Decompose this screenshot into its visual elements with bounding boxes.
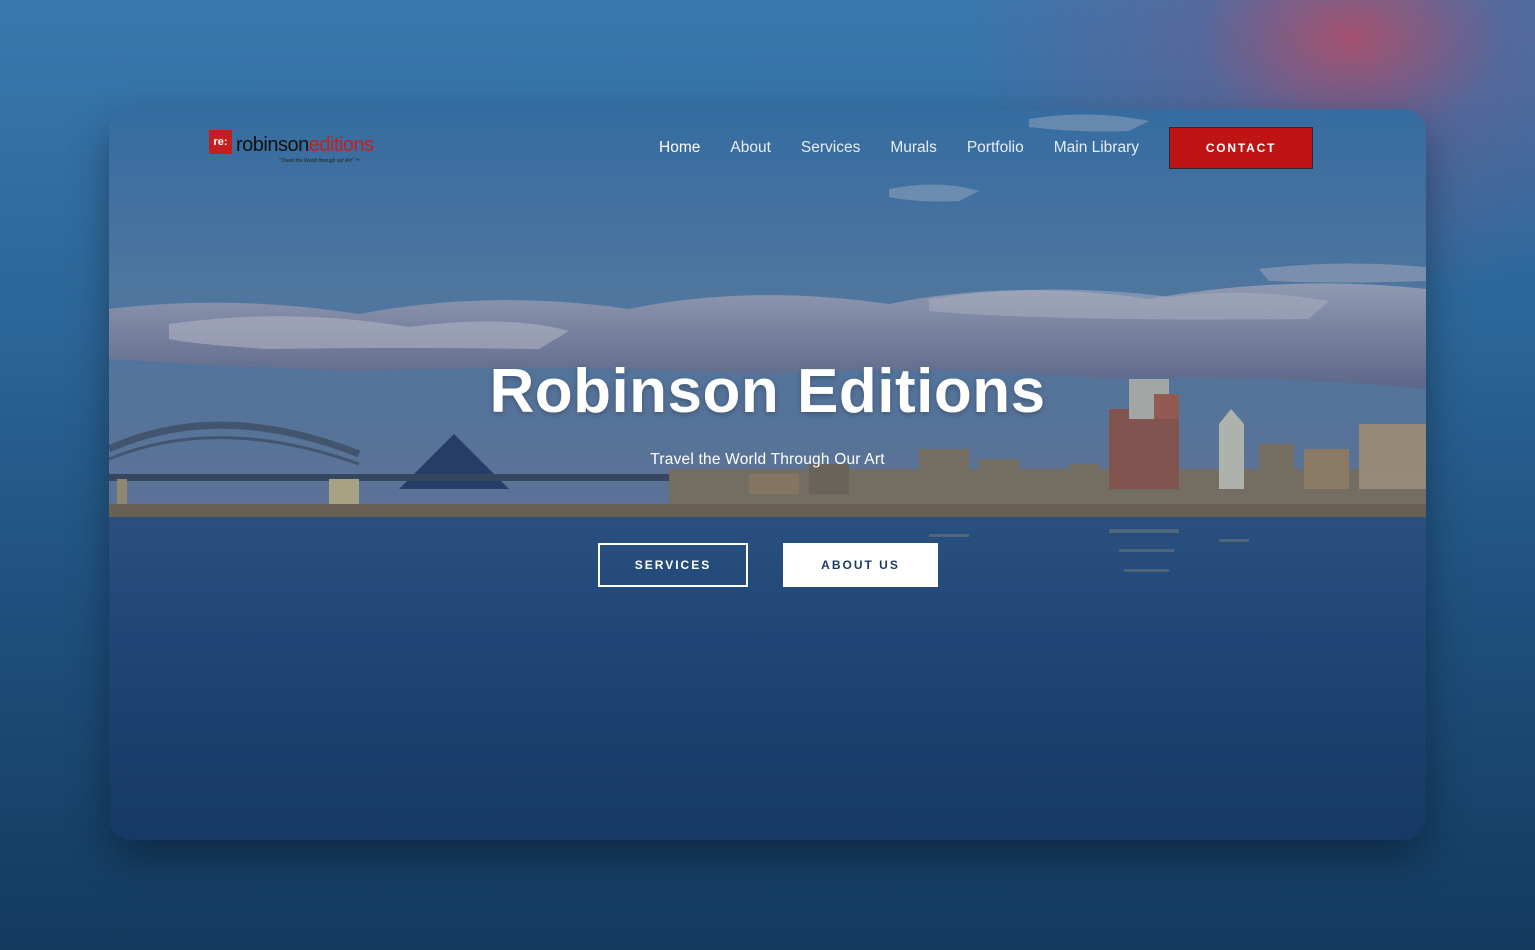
- logo-tagline: "Travel the World through our Art" ™: [279, 158, 360, 164]
- nav-item-portfolio[interactable]: Portfolio: [967, 139, 1024, 157]
- nav-item-home[interactable]: Home: [659, 139, 700, 157]
- logo-name-accent: editions: [308, 134, 374, 156]
- logo-wordmark: robinsoneditions: [236, 134, 374, 157]
- services-button[interactable]: SERVICES: [598, 543, 748, 587]
- logo-badge: re:: [209, 130, 232, 154]
- main-navigation: Home About Services Murals Portfolio Mai…: [659, 126, 1313, 170]
- nav-item-main-library[interactable]: Main Library: [1054, 139, 1139, 157]
- hero-title: Robinson Editions: [489, 357, 1046, 426]
- nav-item-murals[interactable]: Murals: [890, 139, 937, 157]
- brand-logo[interactable]: re: robinsoneditions "Travel the World t…: [209, 130, 374, 166]
- hero-card: re: robinsoneditions "Travel the World t…: [109, 109, 1426, 840]
- hero-subtitle: Travel the World Through Our Art: [650, 451, 885, 468]
- nav-item-about[interactable]: About: [730, 139, 771, 157]
- about-us-button[interactable]: ABOUT US: [783, 543, 938, 587]
- hero-overlay: [109, 109, 1426, 840]
- hero-button-group: SERVICES ABOUT US: [109, 543, 1426, 589]
- nav-item-services[interactable]: Services: [801, 139, 860, 157]
- logo-name-main: robinson: [236, 134, 309, 156]
- contact-button[interactable]: CONTACT: [1169, 127, 1313, 169]
